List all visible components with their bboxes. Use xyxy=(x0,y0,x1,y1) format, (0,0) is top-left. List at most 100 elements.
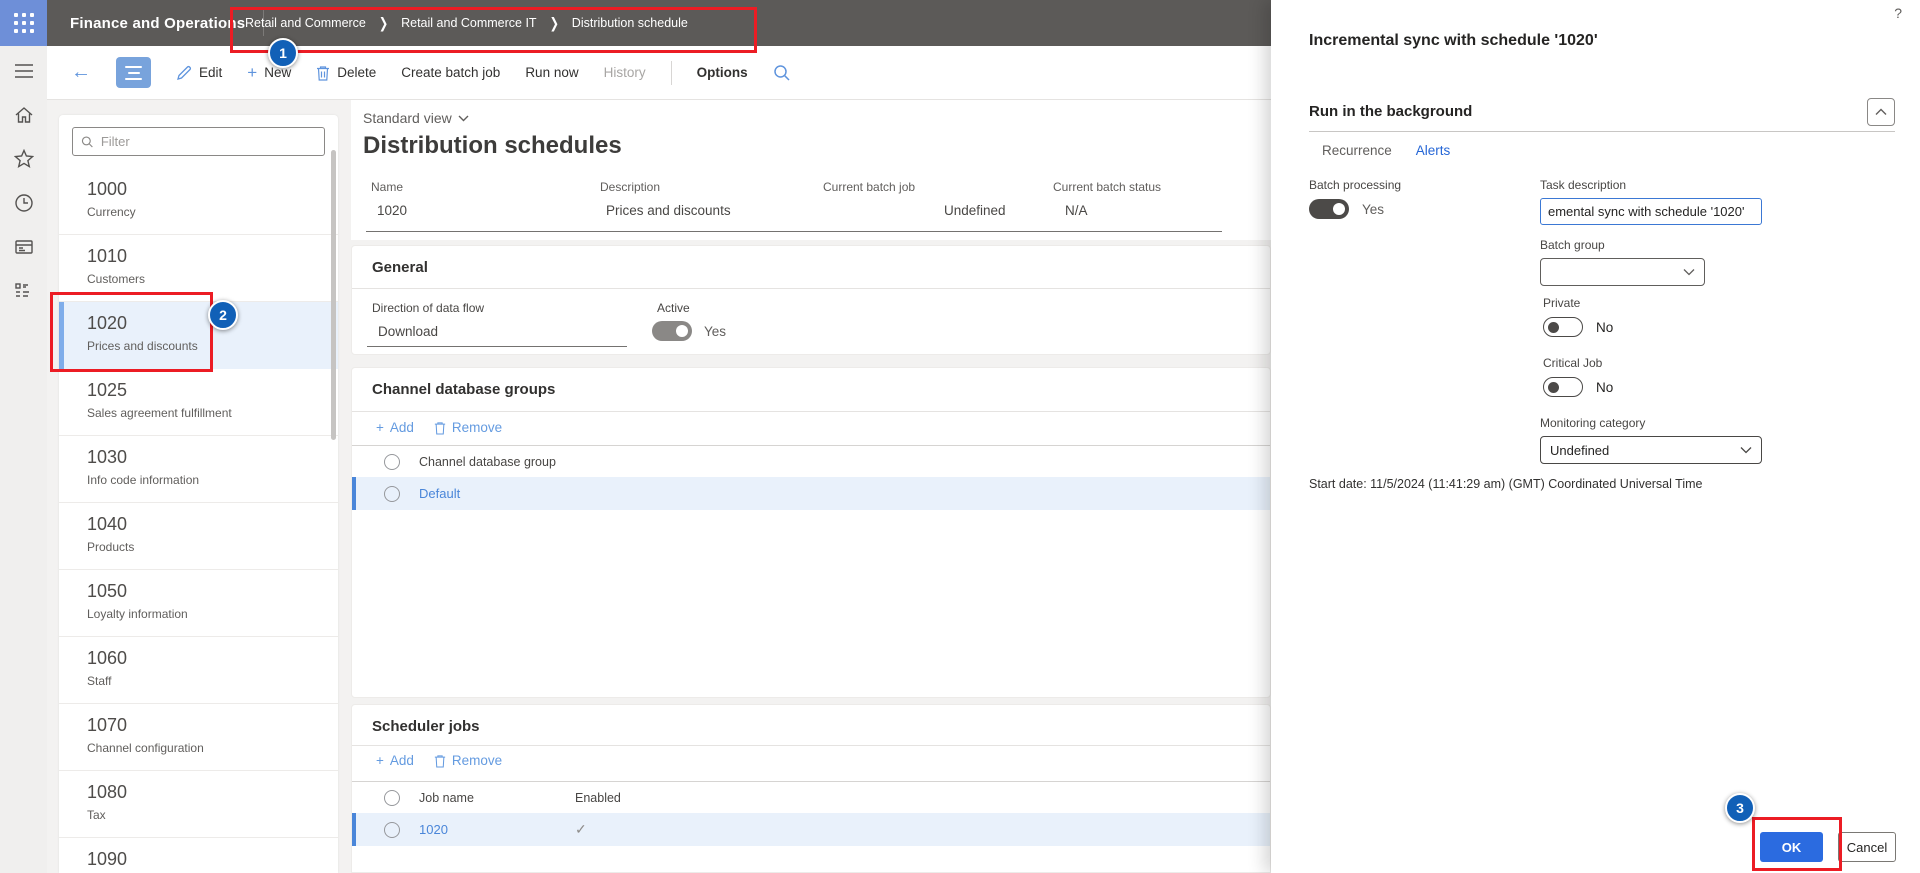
help-icon[interactable]: ? xyxy=(1894,5,1902,21)
collapse-section-button[interactable] xyxy=(1867,97,1895,126)
breadcrumb-item[interactable]: Retail and Commerce xyxy=(245,16,366,30)
job-name-cell[interactable]: 1020 xyxy=(419,822,556,837)
list-item-1020-selected[interactable]: 1020 Prices and discounts xyxy=(59,302,338,369)
list-item-1090[interactable]: 1090 xyxy=(59,838,338,873)
search-icon xyxy=(81,135,93,147)
scheduler-jobs-title[interactable]: Scheduler jobs xyxy=(372,718,480,735)
grid-toolbar: + Add Remove xyxy=(376,420,502,435)
grid-row-default[interactable]: Default xyxy=(352,477,1270,510)
plus-icon: + xyxy=(247,63,258,82)
remove-button[interactable]: Remove xyxy=(434,753,502,768)
filter-input[interactable] xyxy=(100,134,316,149)
delete-button[interactable]: Delete xyxy=(316,65,376,81)
row-radio[interactable] xyxy=(384,485,400,502)
page-title: Distribution schedules xyxy=(363,132,622,159)
create-batch-job-button[interactable]: Create batch job xyxy=(401,65,500,80)
list-item-1000[interactable]: 1000 Currency xyxy=(59,168,338,235)
annotation-badge-3: 3 xyxy=(1725,793,1755,823)
recent-clock-icon[interactable] xyxy=(13,192,35,214)
cancel-button[interactable]: Cancel xyxy=(1838,832,1896,862)
field-description-value[interactable]: Prices and discounts xyxy=(606,203,731,218)
task-description-field: Task description xyxy=(1540,178,1762,225)
select-all-radio[interactable] xyxy=(384,453,400,470)
app-launcher-button[interactable] xyxy=(0,0,47,46)
field-current-batch-status: Current batch status xyxy=(1053,180,1162,194)
workspace-icon[interactable] xyxy=(13,236,35,258)
main-header-surface xyxy=(351,100,1271,240)
batch-processing-toggle[interactable] xyxy=(1309,199,1349,219)
modules-list-icon[interactable] xyxy=(13,280,35,302)
list-item-1040[interactable]: 1040 Products xyxy=(59,503,338,570)
chevron-right-icon: ❯ xyxy=(549,15,559,32)
section-header: Run in the background xyxy=(1309,92,1895,132)
field-current-batch-job-value[interactable]: Undefined xyxy=(944,203,1006,218)
list-item-1050[interactable]: 1050 Loyalty information xyxy=(59,570,338,637)
remove-button[interactable]: Remove xyxy=(434,420,502,435)
critical-job-toggle[interactable] xyxy=(1543,377,1583,397)
field-current-batch-status-value[interactable]: N/A xyxy=(1065,203,1088,218)
field-description: Description xyxy=(600,180,661,194)
add-button[interactable]: + Add xyxy=(376,420,414,435)
tab-recurrence[interactable]: Recurrence xyxy=(1322,143,1392,158)
run-now-button[interactable]: Run now xyxy=(525,65,578,80)
select-all-radio[interactable] xyxy=(384,789,400,806)
record-list: 1000 Currency 1010 Customers 1020 Prices… xyxy=(59,168,338,873)
monitoring-category-select[interactable]: Undefined xyxy=(1540,436,1762,464)
list-item-1080[interactable]: 1080 Tax xyxy=(59,771,338,838)
channel-group-cell[interactable]: Default xyxy=(419,486,460,501)
divider xyxy=(352,411,1270,412)
monitoring-category-label: Monitoring category xyxy=(1540,416,1646,430)
field-underline xyxy=(367,346,627,347)
list-item-1010[interactable]: 1010 Customers xyxy=(59,235,338,302)
chevron-up-icon xyxy=(1875,108,1887,115)
action-toolbar: ← Edit + New Delete Create batch job Run… xyxy=(47,46,1271,100)
run-background-dialog: ? Incremental sync with schedule '1020' … xyxy=(1271,0,1920,873)
channel-groups-title[interactable]: Channel database groups xyxy=(372,381,555,398)
edit-button[interactable]: Edit xyxy=(176,65,222,81)
direction-label: Direction of data flow xyxy=(372,301,485,315)
filter-field[interactable] xyxy=(72,127,325,156)
hamburger-menu-icon[interactable] xyxy=(13,60,35,82)
direction-value[interactable]: Download xyxy=(378,324,438,339)
home-icon[interactable] xyxy=(13,104,35,126)
search-icon[interactable] xyxy=(773,64,791,82)
grid-row-1020[interactable]: 1020 ✓ xyxy=(352,813,1270,846)
back-button[interactable]: ← xyxy=(71,61,91,84)
view-selector[interactable]: Standard view xyxy=(363,110,469,126)
list-item-1060[interactable]: 1060 Staff xyxy=(59,637,338,704)
chevron-down-icon xyxy=(1740,447,1752,454)
trash-icon xyxy=(434,421,446,435)
breadcrumb-item[interactable]: Distribution schedule xyxy=(572,16,688,30)
active-toggle[interactable] xyxy=(652,321,692,341)
ok-button[interactable]: OK xyxy=(1760,832,1823,862)
tab-alerts[interactable]: Alerts xyxy=(1416,143,1451,158)
private-value: No xyxy=(1596,319,1614,335)
list-item-1070[interactable]: 1070 Channel configuration xyxy=(59,704,338,771)
chevron-down-icon xyxy=(458,115,469,121)
batch-group-select[interactable] xyxy=(1540,258,1705,286)
add-button[interactable]: + Add xyxy=(376,753,414,768)
monitoring-category-field: Monitoring category Undefined xyxy=(1540,416,1762,464)
column-header[interactable]: Channel database group xyxy=(419,455,556,469)
private-label: Private xyxy=(1543,296,1581,310)
list-item-1025[interactable]: 1025 Sales agreement fulfillment xyxy=(59,369,338,436)
chevron-right-icon: ❯ xyxy=(378,15,389,32)
field-name-value[interactable]: 1020 xyxy=(377,203,407,218)
task-description-input[interactable] xyxy=(1540,198,1762,225)
column-header-job-name[interactable]: Job name xyxy=(419,791,556,805)
channel-database-groups-section: Channel database groups + Add Remove Chan… xyxy=(351,367,1271,698)
options-button[interactable]: Options xyxy=(697,65,748,80)
row-radio[interactable] xyxy=(384,821,400,838)
left-nav-rail xyxy=(0,46,47,873)
column-header-enabled[interactable]: Enabled xyxy=(575,791,621,805)
list-scrollbar[interactable] xyxy=(331,150,336,440)
annotation-badge-2: 2 xyxy=(208,300,238,330)
record-list-panel: 1000 Currency 1010 Customers 1020 Prices… xyxy=(59,115,338,873)
list-item-1030[interactable]: 1030 Info code information xyxy=(59,436,338,503)
show-list-button[interactable] xyxy=(116,57,151,88)
general-section-title[interactable]: General xyxy=(372,259,428,276)
critical-job-label: Critical Job xyxy=(1543,356,1603,370)
breadcrumb-item[interactable]: Retail and Commerce IT xyxy=(401,16,536,30)
private-toggle[interactable] xyxy=(1543,317,1583,337)
favorites-star-icon[interactable] xyxy=(13,148,35,170)
